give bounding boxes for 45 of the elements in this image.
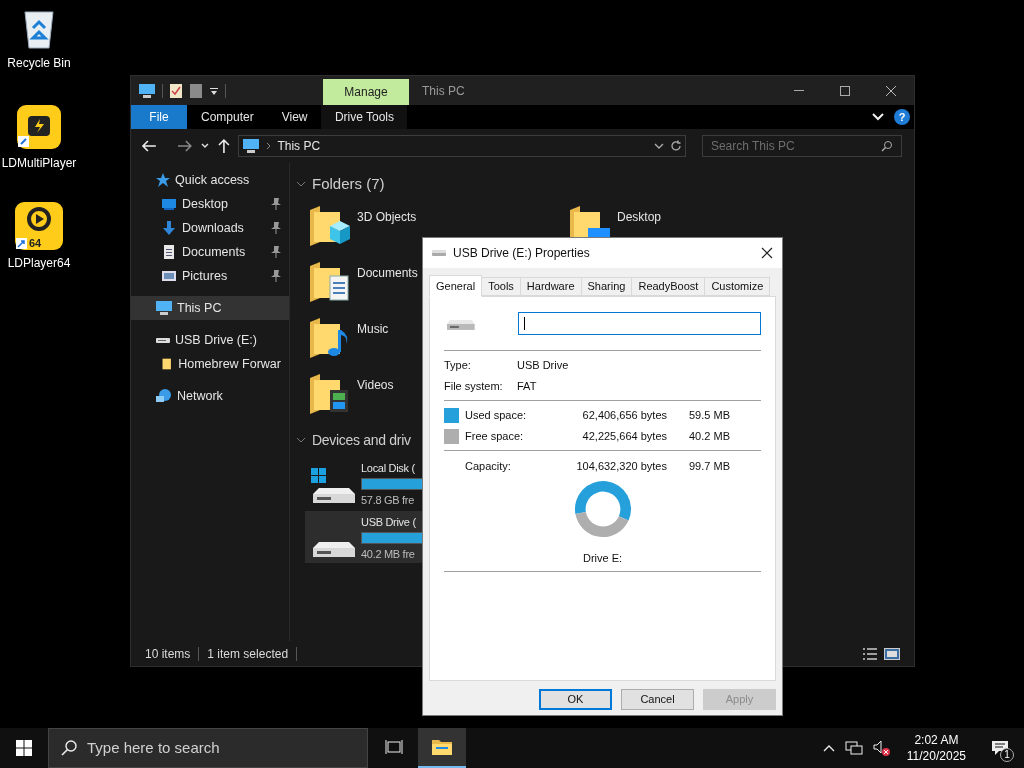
group-header: Devices and driv	[312, 430, 411, 450]
usage-size: 59.5 MB	[689, 407, 730, 423]
address-text: This PC	[277, 138, 322, 155]
nav-label: Desktop	[182, 195, 229, 213]
folder-label: Music	[357, 320, 389, 338]
nav-label: Documents	[182, 243, 247, 261]
context-tab-header: Manage	[323, 79, 409, 105]
usage-label: Used space:	[465, 407, 528, 423]
desktop-icon-label: LDMultiPlayer	[1, 155, 77, 172]
folder-label: Videos	[357, 376, 394, 394]
item-count: 10 items	[145, 645, 191, 663]
drive-label: USB Drive (	[361, 514, 416, 530]
folder-label: Documents	[357, 264, 418, 282]
nav-label: Quick access	[175, 171, 251, 189]
nav-label: Pictures	[182, 267, 229, 285]
folder-label: 3D Objects	[357, 208, 417, 226]
nav-label: Homebrew Forwar	[178, 355, 281, 373]
nav-label: USB Drive (E:)	[175, 331, 258, 349]
usage-label: Free space:	[465, 428, 525, 444]
selection-count: 1 item selected	[207, 645, 289, 663]
desktop-icon-label: LDPlayer64	[7, 255, 71, 272]
free-space-text: 40.2 MB fre	[361, 547, 415, 562]
nav-label: Network	[177, 387, 224, 405]
property-value: USB Drive	[517, 357, 569, 373]
property-label: Type:	[444, 357, 472, 373]
desktop-icon-label: Recycle Bin	[7, 55, 71, 72]
capacity-bytes: 104,632,320 bytes	[575, 458, 667, 474]
nav-label: This PC	[177, 299, 223, 317]
nav-label: Downloads	[182, 219, 245, 237]
notification-count: 1	[1000, 748, 1014, 762]
drive-caption: Drive E:	[582, 551, 623, 566]
free-space-text: 57.8 GB fre	[361, 493, 414, 508]
dialog-title: USB Drive (E:) Properties	[453, 245, 591, 262]
drive-label: Local Disk (	[361, 460, 415, 476]
property-label: File system:	[444, 378, 504, 394]
folder-label: Desktop	[617, 208, 662, 226]
capacity-size: 99.7 MB	[689, 458, 730, 474]
usage-bytes: 62,406,656 bytes	[581, 407, 667, 423]
window-title: This PC	[421, 82, 466, 100]
icon-number-label: 64	[29, 238, 42, 249]
group-header: Folders (7)	[312, 174, 385, 194]
usage-bytes: 42,225,664 bytes	[581, 428, 667, 444]
capacity-label: Capacity:	[464, 458, 512, 474]
property-value: FAT	[517, 378, 537, 394]
usage-size: 40.2 MB	[689, 428, 730, 444]
